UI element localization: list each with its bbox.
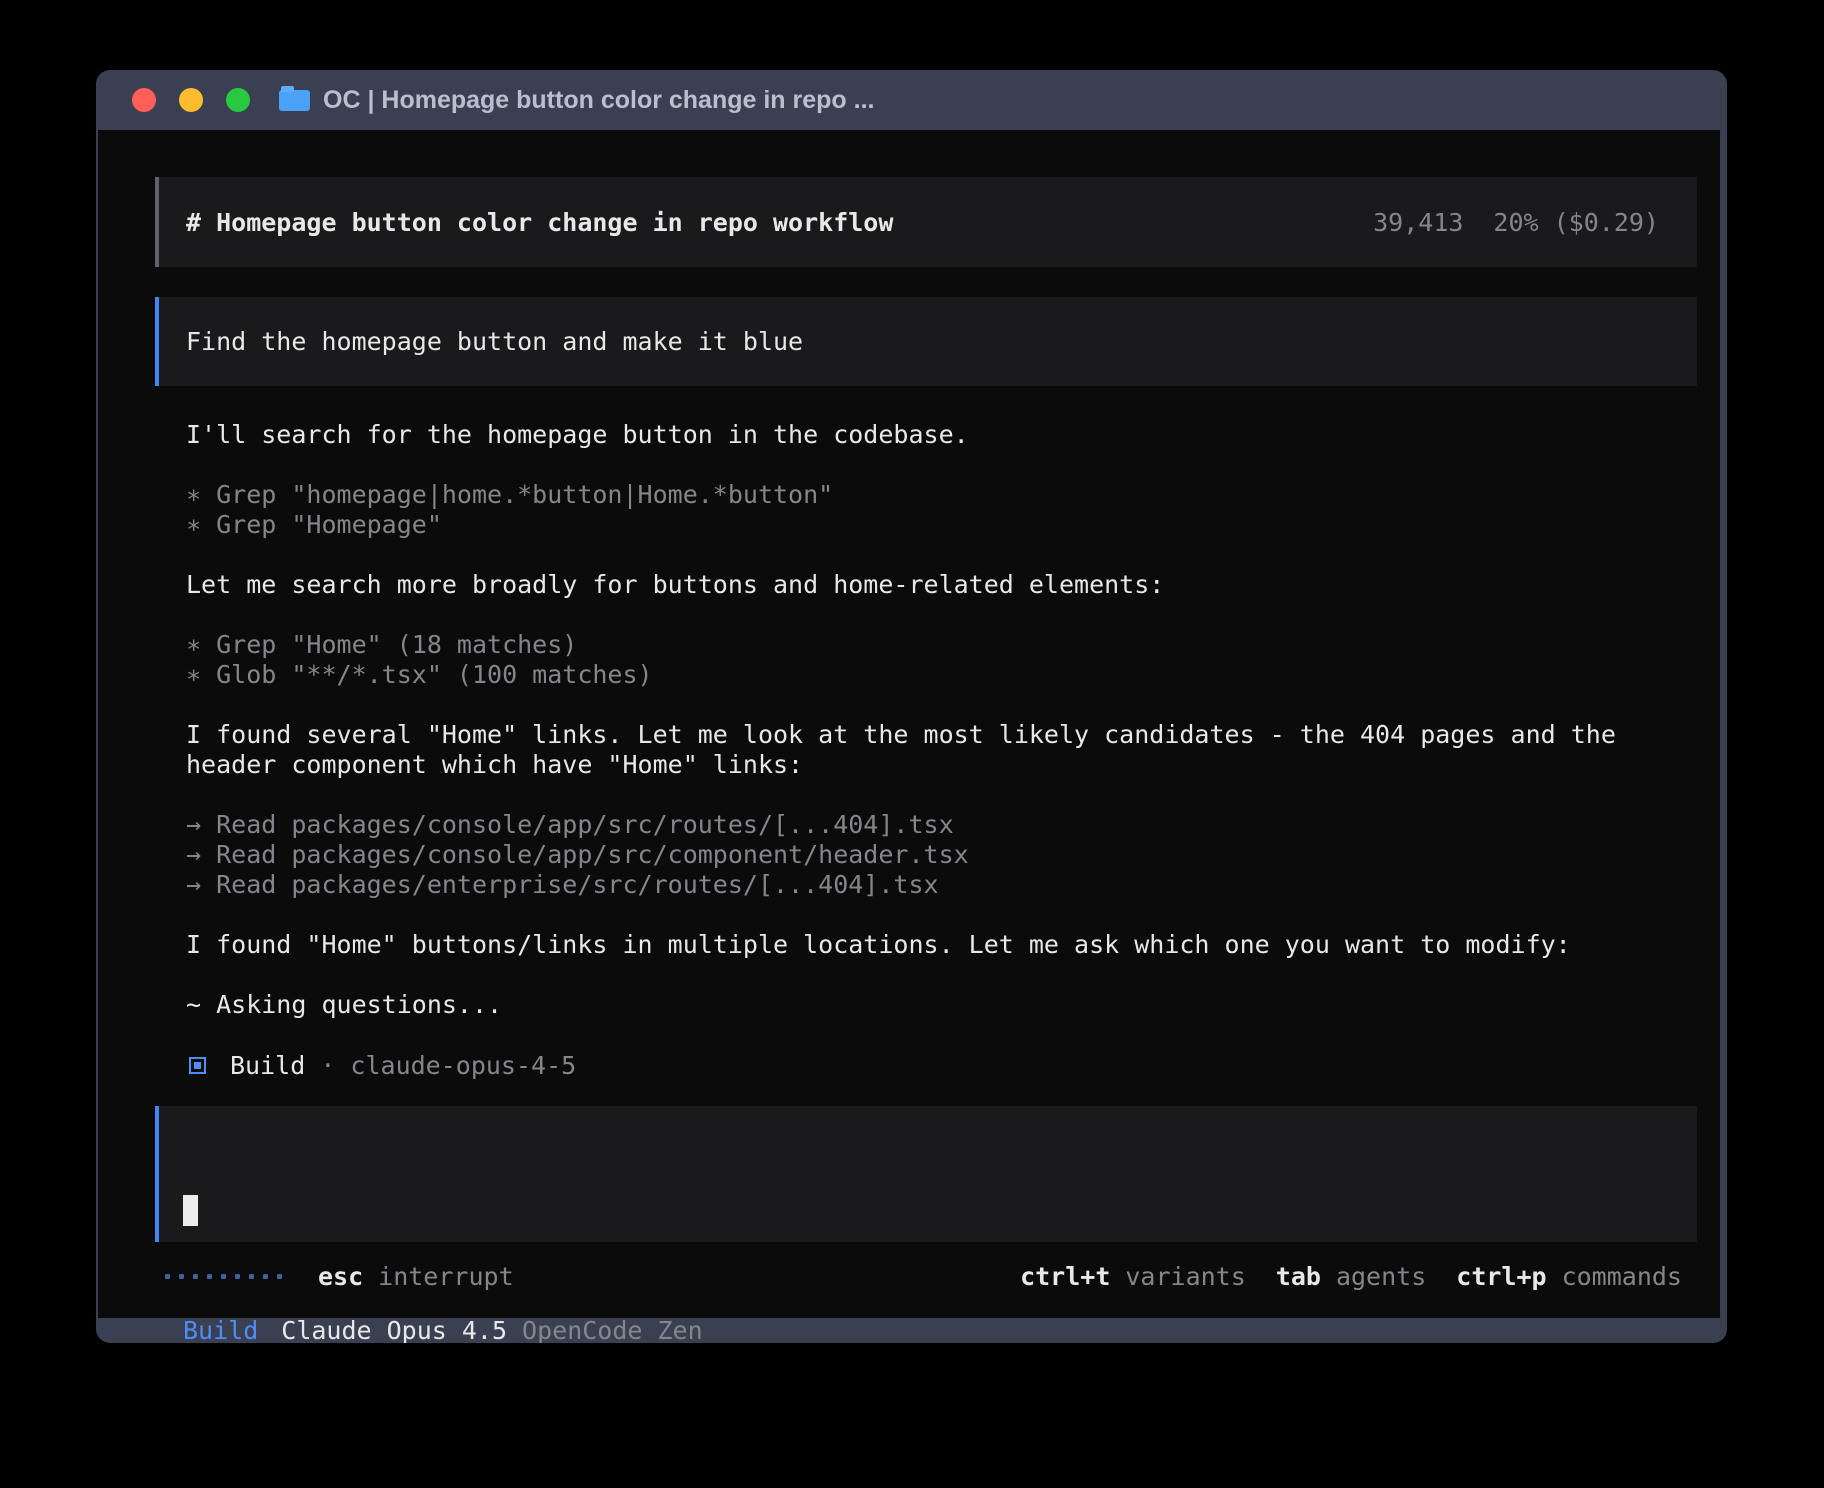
progress-dot xyxy=(277,1274,282,1279)
session-header: # Homepage button color change in repo w… xyxy=(155,177,1697,267)
status-bar: esc interrupt ctrl+t variants tab agents… xyxy=(165,1261,1682,1291)
input-meta: Build Claude Opus 4.5 OpenCode Zen xyxy=(183,1316,1670,1343)
chat-line: I found several "Home" links. Let me loo… xyxy=(186,720,1616,750)
token-count: 39,413 xyxy=(1373,208,1463,237)
chat-line: header component which have "Home" links… xyxy=(186,750,1616,780)
chat-line: Let me search more broadly for buttons a… xyxy=(186,570,1616,600)
progress-dot xyxy=(179,1274,184,1279)
input-model[interactable]: Claude Opus 4.5 xyxy=(281,1316,507,1343)
hint-agents: tab agents xyxy=(1276,1262,1426,1291)
progress-dot xyxy=(263,1274,268,1279)
terminal-content: # Homepage button color change in repo w… xyxy=(98,130,1720,1318)
progress-dot xyxy=(235,1274,240,1279)
zoom-button[interactable] xyxy=(226,88,250,112)
window-titlebar[interactable]: OC | Homepage button color change in rep… xyxy=(96,70,1727,130)
progress-dot xyxy=(249,1274,254,1279)
progress-dots xyxy=(165,1274,282,1279)
progress-dot xyxy=(221,1274,226,1279)
agent-name: Build xyxy=(230,1051,305,1080)
prompt-input[interactable]: Build Claude Opus 4.5 OpenCode Zen xyxy=(155,1106,1697,1242)
chat-line: ∗ Grep "Homepage" xyxy=(186,510,1616,540)
chat-line: → Read packages/enterprise/src/routes/[.… xyxy=(186,870,1616,900)
ctrl-p-label: commands xyxy=(1562,1262,1682,1291)
input-provider: OpenCode Zen xyxy=(522,1316,703,1343)
chat-transcript: I'll search for the homepage button in t… xyxy=(186,420,1616,1080)
progress-dot xyxy=(193,1274,198,1279)
chat-lines: I'll search for the homepage button in t… xyxy=(186,420,1616,1020)
terminal-window: OC | Homepage button color change in rep… xyxy=(96,70,1727,1343)
chat-line: → Read packages/console/app/src/routes/[… xyxy=(186,810,1616,840)
esc-key-label: interrupt xyxy=(378,1262,513,1291)
progress-dot xyxy=(207,1274,212,1279)
user-message: Find the homepage button and make it blu… xyxy=(155,297,1697,386)
chat-line: I'll search for the homepage button in t… xyxy=(186,420,1616,450)
session-title: # Homepage button color change in repo w… xyxy=(186,208,1373,237)
tab-key: tab xyxy=(1276,1262,1321,1291)
folder-icon xyxy=(279,90,310,111)
context-cost: 20% ($0.29) xyxy=(1493,208,1659,237)
user-message-text: Find the homepage button and make it blu… xyxy=(186,327,803,356)
chat-line: → Read packages/console/app/src/componen… xyxy=(186,840,1616,870)
ctrl-t-label: variants xyxy=(1125,1262,1245,1291)
tab-label: agents xyxy=(1336,1262,1426,1291)
chat-line: ∗ Grep "homepage|home.*button|Home.*butt… xyxy=(186,480,1616,510)
ctrl-p-key: ctrl+p xyxy=(1456,1262,1546,1291)
input-agent-mode[interactable]: Build xyxy=(183,1316,258,1343)
ctrl-t-key: ctrl+t xyxy=(1020,1262,1110,1291)
chat-line: ∗ Grep "Home" (18 matches) xyxy=(186,630,1616,660)
hint-variants: ctrl+t variants xyxy=(1020,1262,1246,1291)
chat-line: ~ Asking questions... xyxy=(186,990,1616,1020)
minimize-button[interactable] xyxy=(179,88,203,112)
progress-dot xyxy=(165,1274,170,1279)
agent-model: claude-opus-4-5 xyxy=(350,1051,576,1080)
esc-key-hint: esc xyxy=(318,1262,363,1291)
agent-build-icon xyxy=(189,1057,206,1074)
agent-status-row: Build · claude-opus-4-5 xyxy=(186,1050,1616,1080)
chat-line: I found "Home" buttons/links in multiple… xyxy=(186,930,1616,960)
window-title: OC | Homepage button color change in rep… xyxy=(323,86,874,115)
hint-commands: ctrl+p commands xyxy=(1456,1262,1682,1291)
agent-separator: · xyxy=(305,1051,350,1080)
text-cursor[interactable] xyxy=(183,1195,198,1226)
close-button[interactable] xyxy=(132,88,156,112)
chat-line: ∗ Glob "**/*.tsx" (100 matches) xyxy=(186,660,1616,690)
